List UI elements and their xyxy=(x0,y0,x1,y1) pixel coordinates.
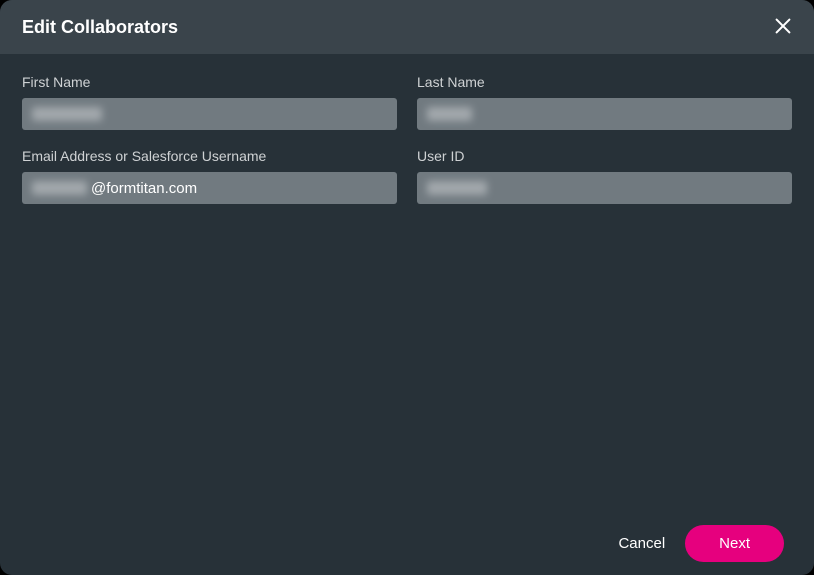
first-name-field[interactable] xyxy=(22,98,397,130)
user-id-field[interactable] xyxy=(417,172,792,204)
form-row-1: First Name Last Name xyxy=(22,74,792,130)
email-field[interactable]: @formtitan.com xyxy=(22,172,397,204)
modal-title: Edit Collaborators xyxy=(22,17,178,38)
form-row-2: Email Address or Salesforce Username @fo… xyxy=(22,148,792,204)
close-icon[interactable] xyxy=(772,15,794,37)
last-name-label: Last Name xyxy=(417,74,792,90)
email-domain-suffix: @formtitan.com xyxy=(91,180,197,197)
modal-footer: Cancel Next xyxy=(0,511,814,575)
last-name-group: Last Name xyxy=(417,74,792,130)
last-name-field[interactable] xyxy=(417,98,792,130)
user-id-label: User ID xyxy=(417,148,792,164)
next-button[interactable]: Next xyxy=(685,525,784,562)
first-name-label: First Name xyxy=(22,74,397,90)
cancel-button[interactable]: Cancel xyxy=(618,535,665,552)
user-id-group: User ID xyxy=(417,148,792,204)
modal-header: Edit Collaborators xyxy=(0,0,814,54)
email-group: Email Address or Salesforce Username @fo… xyxy=(22,148,397,204)
email-label: Email Address or Salesforce Username xyxy=(22,148,397,164)
edit-collaborators-modal: Edit Collaborators First Name Last Name xyxy=(0,0,814,575)
first-name-group: First Name xyxy=(22,74,397,130)
modal-body: First Name Last Name Email Address or Sa… xyxy=(0,54,814,511)
